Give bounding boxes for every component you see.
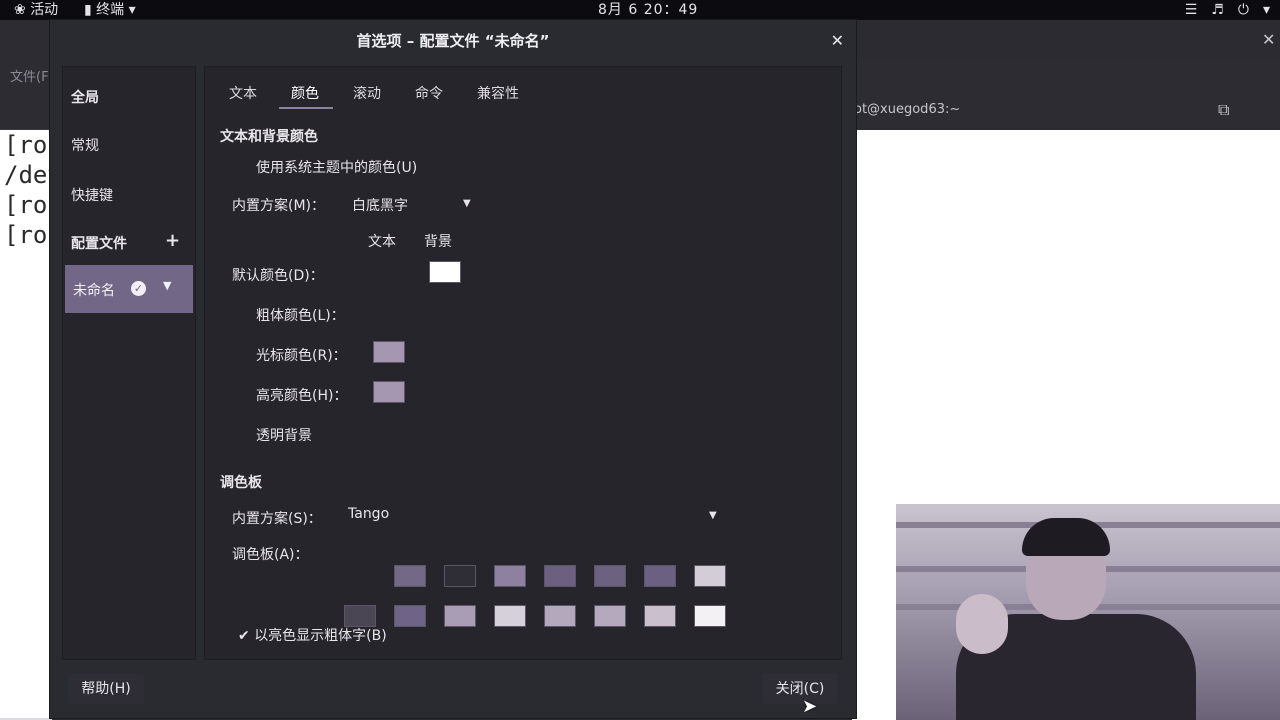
terminal-title: ot@xuegod63:~ <box>854 102 961 117</box>
palette-swatch[interactable] <box>394 565 426 587</box>
terminal-line: [roo <box>4 221 52 249</box>
default-background-swatch[interactable] <box>429 261 461 283</box>
highlight-color-swatch[interactable] <box>373 381 405 403</box>
palette-scheme-label: 内置方案(S)： <box>232 511 322 527</box>
chevron-down-icon: ▾ <box>128 2 136 18</box>
palette-swatch[interactable] <box>344 605 376 627</box>
presenter-hand <box>956 594 1008 654</box>
preferences-content: 文本 颜色 滚动 命令 兼容性 文本和背景颜色 使用系统主题中的颜色(U) 内置… <box>204 66 842 660</box>
sidebar-item-general[interactable]: 常规 <box>71 135 99 155</box>
column-header-text: 文本 <box>368 234 396 250</box>
default-check-icon: ✓ <box>131 281 146 296</box>
builtin-scheme-select[interactable]: 白底黑字 <box>352 195 408 215</box>
tab-compatibility[interactable]: 兼容性 <box>477 83 519 103</box>
activities-icon: ❀ <box>14 2 26 18</box>
check-icon: ✔ <box>238 628 250 644</box>
terminal-titlebar <box>0 20 52 64</box>
section-title-text-bg: 文本和背景颜色 <box>220 129 318 145</box>
terminal-menubar: 文件(F <box>0 64 52 130</box>
palette-swatch[interactable] <box>494 605 526 627</box>
palette-swatch[interactable] <box>644 565 676 587</box>
top-bar: ❀ 活动 ▮ 终端 ▾ 8月 6 20：49 ☰ ♬ ⏻ ▾ <box>0 0 1280 20</box>
palette-scheme-select[interactable]: Tango <box>348 506 389 522</box>
use-system-theme-checkbox[interactable]: 使用系统主题中的颜色(U) <box>256 157 417 177</box>
new-tab-icon[interactable]: ⧉ <box>1218 100 1229 120</box>
highlight-color-checkbox[interactable]: 高亮颜色(H)： <box>256 385 347 405</box>
dialog-title: 首选项 – 配置文件 “未命名” <box>356 32 550 50</box>
help-button[interactable]: 帮助(H) <box>68 674 144 704</box>
close-icon[interactable]: ✕ <box>831 20 844 64</box>
sidebar-section-profiles: 配置文件 <box>71 236 127 252</box>
volume-icon: ♬ <box>1211 2 1224 18</box>
profile-name: 未命名 <box>73 283 115 299</box>
preferences-dialog: 首选项 – 配置文件 “未命名” ✕ 全局 常规 快捷键 配置文件 + 未命名 … <box>50 20 856 718</box>
terminal-icon: ▮ <box>84 2 92 18</box>
cursor-color-swatch[interactable] <box>373 341 405 363</box>
chevron-down-icon: ▾ <box>1262 2 1270 18</box>
clock[interactable]: 8月 6 20：49 <box>598 0 698 20</box>
palette-swatch[interactable] <box>594 565 626 587</box>
chevron-down-icon[interactable]: ▼ <box>163 279 171 292</box>
background-terminal-left[interactable]: 文件(F [roo /dev [roo [roo <box>0 20 52 720</box>
sidebar-item-shortcuts[interactable]: 快捷键 <box>71 185 113 205</box>
terminal-line: [roo <box>4 131 52 159</box>
system-tray[interactable]: ☰ ♬ ⏻ ▾ <box>1185 0 1270 20</box>
palette-swatch[interactable] <box>494 565 526 587</box>
transparent-background-checkbox[interactable]: 透明背景 <box>256 425 312 445</box>
sidebar-item-profile-unnamed[interactable]: 未命名 ✓ ▼ <box>65 265 193 313</box>
bold-bright-label: 以亮色显示粗体字(B) <box>254 628 387 644</box>
tab-command[interactable]: 命令 <box>415 83 443 103</box>
palette-swatch[interactable] <box>594 605 626 627</box>
tab-text[interactable]: 文本 <box>229 83 257 103</box>
palette-label: 调色板(A)： <box>232 547 309 563</box>
activities-button[interactable]: ❀ 活动 <box>14 0 58 20</box>
bold-bright-checkbox[interactable]: ✔ 以亮色显示粗体字(B) <box>238 625 387 645</box>
terminal-line: [roo <box>4 191 52 219</box>
close-button[interactable]: 关闭(C) <box>762 674 838 704</box>
preferences-sidebar: 全局 常规 快捷键 配置文件 + 未命名 ✓ ▼ <box>62 66 196 660</box>
tab-colors[interactable]: 颜色 <box>291 83 319 103</box>
chevron-down-icon[interactable]: ▼ <box>709 510 717 521</box>
webcam-overlay <box>896 504 1280 720</box>
presenter-hair <box>1022 518 1110 556</box>
builtin-scheme-label: 内置方案(M)： <box>232 198 326 214</box>
section-title-palette: 调色板 <box>220 475 262 491</box>
bold-color-checkbox[interactable]: 粗体颜色(L)： <box>256 305 345 325</box>
palette-swatch[interactable] <box>444 605 476 627</box>
sidebar-item-global[interactable]: 全局 <box>71 87 99 107</box>
tab-bar: 文本 颜色 滚动 命令 兼容性 <box>205 67 841 109</box>
app-menu-terminal[interactable]: ▮ 终端 ▾ <box>84 0 136 20</box>
palette-swatch[interactable] <box>694 605 726 627</box>
palette-swatch[interactable] <box>444 565 476 587</box>
palette-swatch[interactable] <box>544 565 576 587</box>
app-menu-label: 终端 <box>96 2 125 18</box>
cursor-color-checkbox[interactable]: 光标颜色(R)： <box>256 345 347 365</box>
terminal-header: ot@xuegod63:~ ⧉ <box>852 60 1280 130</box>
terminal-line: /dev <box>4 161 52 189</box>
terminal-output[interactable]: [roo /dev [roo [roo <box>0 130 52 718</box>
default-color-label: 默认颜色(D)： <box>232 268 324 284</box>
power-icon: ⏻ <box>1237 2 1249 18</box>
menu-file[interactable]: 文件(F <box>10 70 49 85</box>
active-tab-indicator <box>279 107 333 109</box>
palette-swatch[interactable] <box>544 605 576 627</box>
activities-label: 活动 <box>30 2 59 18</box>
palette-swatch[interactable] <box>394 605 426 627</box>
mouse-pointer-icon: ➤ <box>802 696 818 717</box>
column-header-background: 背景 <box>424 234 452 250</box>
palette-swatch[interactable] <box>694 565 726 587</box>
tab-scrolling[interactable]: 滚动 <box>353 83 381 103</box>
chevron-down-icon[interactable]: ▼ <box>463 198 471 209</box>
palette-swatch[interactable] <box>644 605 676 627</box>
add-profile-button[interactable]: + <box>165 230 180 251</box>
close-icon[interactable]: ✕ <box>1262 30 1275 49</box>
network-icon: ☰ <box>1184 2 1198 18</box>
